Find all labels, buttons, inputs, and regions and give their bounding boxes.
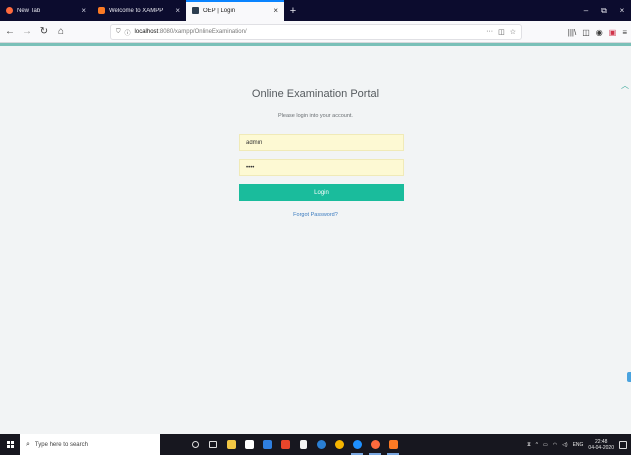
document-icon[interactable] bbox=[294, 434, 312, 455]
forward-icon[interactable]: → bbox=[20, 25, 34, 39]
reload-icon[interactable]: ↻ bbox=[37, 25, 51, 39]
back-icon[interactable]: ← bbox=[3, 25, 17, 39]
volume-icon[interactable]: ◁) bbox=[562, 442, 568, 448]
tab-label: New Tab bbox=[17, 7, 41, 14]
chrome-icon[interactable] bbox=[330, 434, 348, 455]
home-icon[interactable]: ⌂ bbox=[54, 25, 68, 39]
window-controls: – ⧉ × bbox=[577, 0, 631, 21]
page-title: Online Examination Portal bbox=[251, 88, 380, 100]
account-icon[interactable]: ◉ bbox=[596, 28, 603, 37]
windows-taskbar: ⌕ Type here to search ⴵ ^ ▭ ◠ ◁) ENG 22:… bbox=[0, 434, 631, 455]
username-input[interactable] bbox=[246, 139, 397, 146]
library-icon[interactable]: |||\ bbox=[568, 28, 576, 37]
search-placeholder: Type here to search bbox=[34, 441, 88, 448]
toolbar-right: |||\ ◫ ◉ ▣ ≡ bbox=[568, 21, 631, 43]
url-actions: ··· ◫ ☆ bbox=[486, 28, 516, 36]
file-explorer-icon[interactable] bbox=[222, 434, 240, 455]
clock-date: 04-04-2020 bbox=[588, 444, 614, 451]
new-tab-button[interactable]: + bbox=[284, 0, 302, 21]
tray-chevron-icon[interactable]: ^ bbox=[536, 442, 538, 448]
cortana-icon[interactable] bbox=[186, 434, 204, 455]
graduation-cap-icon bbox=[192, 7, 199, 14]
tab-label: Welcome to XAMPP bbox=[109, 7, 164, 14]
bookmark-star-icon[interactable]: ☆ bbox=[510, 28, 516, 36]
sidebar-icon[interactable]: ◫ bbox=[582, 28, 590, 37]
tab-close-icon[interactable]: × bbox=[273, 6, 278, 15]
people-icon[interactable]: ⴵ bbox=[527, 442, 530, 448]
side-extension-icon[interactable] bbox=[627, 372, 631, 382]
network-icon[interactable]: ◠ bbox=[553, 442, 557, 448]
login-button[interactable]: Login bbox=[239, 184, 404, 201]
tab-close-icon[interactable]: × bbox=[81, 6, 86, 15]
minimize-icon[interactable]: – bbox=[577, 6, 595, 15]
xampp-icon bbox=[98, 7, 105, 14]
firefox-icon bbox=[6, 7, 13, 14]
shield-icon[interactable]: ⛉ bbox=[116, 29, 121, 36]
tab-close-icon[interactable]: × bbox=[175, 6, 180, 15]
close-window-icon[interactable]: × bbox=[613, 6, 631, 15]
scroll-up-chevron-icon[interactable]: ︿ bbox=[621, 80, 629, 91]
taskbar-apps bbox=[186, 434, 402, 455]
tab-oep-login[interactable]: OEP | Login × bbox=[186, 0, 284, 21]
browser-nav-bar: ← → ↻ ⌂ ⛉ ⓘ localhost :8080/xampp/Online… bbox=[0, 21, 631, 43]
password-field[interactable] bbox=[239, 159, 404, 176]
info-icon[interactable]: ⓘ bbox=[125, 28, 131, 37]
clock[interactable]: 22:48 04-04-2020 bbox=[588, 439, 614, 451]
url-bar[interactable]: ⛉ ⓘ localhost :8080/xampp/OnlineExaminat… bbox=[110, 24, 522, 40]
start-button[interactable] bbox=[0, 434, 20, 455]
pocket-icon[interactable]: ◫ bbox=[498, 28, 505, 36]
language-indicator[interactable]: ENG bbox=[573, 442, 584, 448]
url-host: localhost bbox=[134, 29, 159, 35]
tab-new-tab[interactable]: New Tab × bbox=[0, 0, 92, 21]
task-view-icon[interactable] bbox=[204, 434, 222, 455]
windows-logo-icon bbox=[6, 441, 14, 448]
username-field[interactable] bbox=[239, 134, 404, 151]
page-content: Online Examination Portal Please login i… bbox=[0, 46, 631, 434]
edge-icon[interactable] bbox=[312, 434, 330, 455]
password-input[interactable] bbox=[246, 164, 397, 171]
pocket-save-icon[interactable]: ▣ bbox=[609, 28, 617, 37]
system-tray: ⴵ ^ ▭ ◠ ◁) ENG 22:48 04-04-2020 bbox=[527, 434, 631, 455]
more-actions-icon[interactable]: ··· bbox=[486, 28, 493, 36]
tab-label: OEP | Login bbox=[203, 7, 236, 14]
app-icon[interactable] bbox=[348, 434, 366, 455]
tab-welcome-to-xampp[interactable]: Welcome to XAMPP × bbox=[92, 0, 186, 21]
notification-icon[interactable] bbox=[619, 440, 627, 449]
browser-tab-bar: New Tab × Welcome to XAMPP × OEP | Login… bbox=[0, 0, 631, 21]
mail-icon[interactable] bbox=[258, 434, 276, 455]
taskbar-search-box[interactable]: ⌕ Type here to search bbox=[20, 434, 160, 455]
menu-icon[interactable]: ≡ bbox=[622, 28, 627, 37]
battery-icon[interactable]: ▭ bbox=[543, 442, 548, 448]
forgot-password-link[interactable]: Forgot Password? bbox=[0, 212, 631, 218]
restore-icon[interactable]: ⧉ bbox=[595, 6, 613, 16]
url-path: :8080/xampp/OnlineExamination/ bbox=[158, 29, 247, 35]
firefox-taskbar-icon[interactable] bbox=[366, 434, 384, 455]
search-icon: ⌕ bbox=[26, 440, 30, 448]
store-icon[interactable] bbox=[240, 434, 258, 455]
office-icon[interactable] bbox=[276, 434, 294, 455]
xampp-taskbar-icon[interactable] bbox=[384, 434, 402, 455]
page-subtitle: Please login into your account. bbox=[278, 113, 353, 119]
